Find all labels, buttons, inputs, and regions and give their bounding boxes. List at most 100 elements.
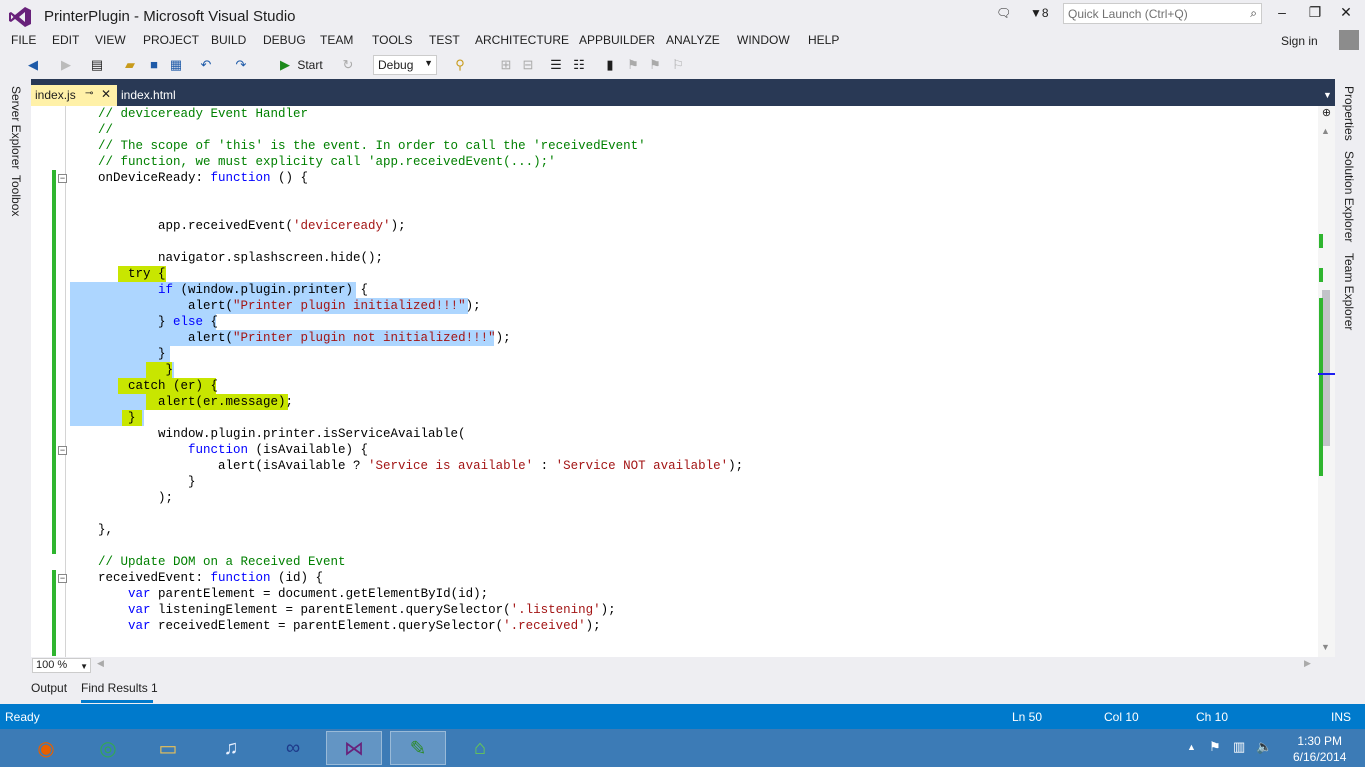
- collapse-icon[interactable]: −: [58, 174, 67, 183]
- new-project-icon[interactable]: ▤: [89, 57, 105, 73]
- avatar[interactable]: [1339, 30, 1359, 50]
- tab-output[interactable]: Output: [31, 681, 67, 695]
- prev-bookmark-icon[interactable]: ⚑: [625, 57, 641, 73]
- sign-in-link[interactable]: Sign in: [1281, 34, 1318, 48]
- menu-edit[interactable]: EDIT: [52, 33, 79, 47]
- bookmark-icon[interactable]: ▮: [602, 57, 618, 73]
- change-marker: [52, 570, 56, 656]
- clear-bookmarks-icon[interactable]: ⚐: [670, 57, 686, 73]
- tab-index-js[interactable]: index.js ⊸ ✕: [31, 85, 117, 106]
- code-line: // Update DOM on a Received Event: [98, 555, 346, 569]
- menu-tools[interactable]: TOOLS: [372, 33, 412, 47]
- find-icon[interactable]: ⚲: [452, 57, 468, 73]
- file-explorer-icon[interactable]: ▭: [140, 731, 196, 765]
- volume-icon[interactable]: 🔈: [1256, 739, 1272, 755]
- change-mark: [1319, 456, 1323, 476]
- change-mark: [1319, 234, 1323, 248]
- properties-tab[interactable]: Properties: [1342, 86, 1356, 141]
- outdent-icon[interactable]: ☰: [548, 57, 564, 73]
- server-explorer-tab[interactable]: Server Explorer: [9, 86, 23, 169]
- menu-analyze[interactable]: ANALYZE: [666, 33, 720, 47]
- tab-find-results[interactable]: Find Results 1: [81, 681, 158, 695]
- horizontal-scrollbar[interactable]: [31, 657, 1335, 674]
- forward-icon[interactable]: ▶: [58, 57, 74, 73]
- menu-appbuilder[interactable]: APPBUILDER: [579, 33, 655, 47]
- code-line: },: [98, 523, 114, 537]
- code-line: // function, we must explicity call 'app…: [98, 155, 556, 169]
- scroll-right-icon[interactable]: ▶: [1304, 658, 1311, 669]
- pin-icon[interactable]: ⊸: [85, 88, 93, 99]
- chrome-icon[interactable]: ◎: [80, 731, 136, 765]
- zoom-value: 100 %: [36, 659, 68, 671]
- tab-label: index.html: [121, 88, 176, 102]
- code-line: alert(er.message);: [98, 395, 294, 409]
- code-line: alert("Printer plugin initialized!!!");: [98, 299, 481, 313]
- action-center-icon[interactable]: ⚑: [1209, 739, 1221, 755]
- refresh-icon[interactable]: ↻: [340, 57, 356, 73]
- bottom-tool-tabs: [0, 674, 1365, 704]
- status-line: Ln 50: [1012, 710, 1043, 724]
- collapse-icon[interactable]: −: [58, 446, 67, 455]
- code-line: alert("Printer plugin not initialized!!!…: [98, 331, 511, 345]
- change-mark: [1319, 268, 1323, 282]
- toolbox-tab[interactable]: Toolbox: [9, 175, 23, 216]
- code-line: try {: [98, 267, 166, 281]
- solution-configuration-select[interactable]: Debug ▼: [373, 55, 437, 75]
- back-icon[interactable]: ◀: [25, 57, 41, 73]
- indent-icon[interactable]: ☷: [571, 57, 587, 73]
- menu-build[interactable]: BUILD: [211, 33, 246, 47]
- feedback-icon[interactable]: 🗨: [996, 6, 1011, 20]
- network-icon[interactable]: ▥: [1233, 739, 1245, 755]
- menu-help[interactable]: HELP: [808, 33, 839, 47]
- align-left-icon[interactable]: ⊞: [498, 57, 514, 73]
- start-button[interactable]: Start: [295, 57, 325, 73]
- menu-test[interactable]: TEST: [429, 33, 460, 47]
- close-button[interactable]: ✕: [1336, 4, 1356, 24]
- tab-list-dropdown-icon[interactable]: ▼: [1323, 90, 1332, 100]
- infinity-app-icon[interactable]: ∞: [265, 731, 321, 765]
- status-insert-mode: INS: [1331, 710, 1352, 724]
- notepad-icon[interactable]: ✎: [390, 731, 446, 765]
- start-icon[interactable]: ▶: [277, 57, 293, 73]
- minimize-button[interactable]: –: [1272, 4, 1292, 24]
- team-explorer-tab[interactable]: Team Explorer: [1342, 253, 1356, 330]
- menu-file[interactable]: FILE: [11, 33, 36, 47]
- next-bookmark-icon[interactable]: ⚑: [647, 57, 663, 73]
- undo-icon[interactable]: ↶: [198, 57, 214, 73]
- split-icon[interactable]: ⊕: [1318, 106, 1335, 123]
- notifications-badge[interactable]: ▼8: [1030, 6, 1049, 20]
- system-clock[interactable]: 1:30 PM 6/16/2014: [1293, 733, 1346, 765]
- solution-explorer-tab[interactable]: Solution Explorer: [1342, 151, 1356, 242]
- menu-debug[interactable]: DEBUG: [263, 33, 306, 47]
- configuration-value: Debug: [378, 58, 414, 72]
- redo-icon[interactable]: ↷: [233, 57, 249, 73]
- firefox-icon[interactable]: ◉: [18, 731, 74, 765]
- visual-studio-taskbar-icon[interactable]: ⋈: [326, 731, 382, 765]
- notification-count: 8: [1041, 6, 1049, 20]
- scroll-down-icon[interactable]: ▼: [1321, 642, 1330, 652]
- scroll-left-icon[interactable]: ◀: [97, 658, 104, 669]
- show-hidden-icons[interactable]: ▲: [1187, 742, 1196, 752]
- menu-team[interactable]: TEAM: [320, 33, 353, 47]
- menu-view[interactable]: VIEW: [95, 33, 126, 47]
- menu-project[interactable]: PROJECT: [143, 33, 199, 47]
- zoom-select[interactable]: 100 % ▼: [32, 658, 91, 673]
- caret-position-mark: [1318, 373, 1335, 375]
- scroll-thumb[interactable]: [1322, 290, 1330, 446]
- align-right-icon[interactable]: ⊟: [520, 57, 536, 73]
- menu-window[interactable]: WINDOW: [737, 33, 790, 47]
- maximize-button[interactable]: ❐: [1305, 4, 1325, 24]
- scroll-up-icon[interactable]: ▲: [1321, 126, 1330, 136]
- tab-index-html[interactable]: index.html: [117, 85, 189, 106]
- itunes-icon[interactable]: ♫: [203, 731, 259, 765]
- open-file-icon[interactable]: ▰: [122, 57, 138, 73]
- code-line: var parentElement = document.getElementB…: [128, 587, 489, 601]
- menu-architecture[interactable]: ARCHITECTURE: [475, 33, 569, 47]
- save-icon[interactable]: ■: [146, 57, 162, 73]
- close-tab-icon[interactable]: ✕: [101, 87, 111, 101]
- save-all-icon[interactable]: ▦: [168, 57, 184, 73]
- quick-launch-input[interactable]: Quick Launch (Ctrl+Q) ⌕: [1063, 3, 1262, 24]
- appbuilder-icon[interactable]: ⌂: [452, 731, 508, 765]
- collapse-icon[interactable]: −: [58, 574, 67, 583]
- code-line: app.receivedEvent('deviceready');: [98, 219, 406, 233]
